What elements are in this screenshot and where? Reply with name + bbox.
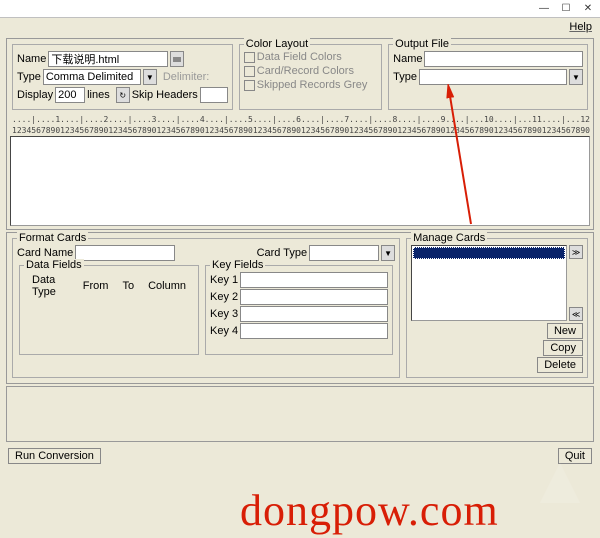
quit-button[interactable]: Quit (558, 448, 592, 464)
folder-icon (173, 55, 181, 63)
move-up-button[interactable]: ≫ (569, 245, 583, 259)
cards-panel: Format Cards Card Name Card Type ▼ Data … (6, 232, 594, 384)
key3-label: Key 3 (210, 308, 238, 320)
ruler-scale: ....|....1....|....2....|....3....|....4… (10, 114, 590, 125)
card-type-label: Card Type (257, 247, 308, 259)
close-button[interactable]: ✕ (578, 2, 598, 16)
data-fields-title: Data Fields (24, 259, 84, 271)
top-panel: Name Type ▼ Delimiter: Display lines (6, 38, 594, 230)
skipped-grey-checkbox[interactable] (244, 80, 255, 91)
delimiter-label: Delimiter: (163, 71, 209, 83)
data-fields-table: Data Type From To Column (24, 272, 194, 300)
data-preview-area[interactable] (10, 136, 590, 226)
double-chevron-up-icon: ≫ (572, 248, 580, 257)
key4-label: Key 4 (210, 325, 238, 337)
data-field-colors-checkbox[interactable] (244, 52, 255, 63)
new-card-button[interactable]: New (547, 323, 583, 339)
card-record-colors-label: Card/Record Colors (257, 65, 354, 77)
output-name-field[interactable] (424, 51, 583, 67)
ruler-columns: 1234567890123456789012345678901234567890… (10, 125, 590, 136)
cards-listbox[interactable] (411, 245, 567, 321)
refresh-button[interactable]: ↻ (116, 87, 130, 103)
output-type-dropdown[interactable]: ▼ (569, 69, 583, 85)
card-record-colors-checkbox[interactable] (244, 66, 255, 77)
card-name-label: Card Name (17, 247, 73, 259)
input-type-field[interactable] (43, 69, 141, 85)
refresh-icon: ↻ (119, 91, 126, 100)
move-down-button[interactable]: ≪ (569, 307, 583, 321)
manage-cards-title: Manage Cards (411, 232, 487, 244)
col-to: To (116, 274, 140, 298)
input-file-group: Name Type ▼ Delimiter: Display lines (12, 44, 233, 110)
skipped-grey-label: Skipped Records Grey (257, 79, 368, 91)
key1-label: Key 1 (210, 274, 238, 286)
key2-field[interactable] (240, 289, 388, 305)
data-fields-group: Data Fields Data Type From To Column (19, 265, 199, 355)
double-chevron-down-icon: ≪ (572, 310, 580, 319)
name-label: Name (17, 53, 46, 65)
footer-bar: Run Conversion Quit (0, 444, 600, 468)
key4-field[interactable] (240, 323, 388, 339)
delete-card-button[interactable]: Delete (537, 357, 583, 373)
input-name-field[interactable] (48, 51, 168, 67)
run-conversion-button[interactable]: Run Conversion (8, 448, 101, 464)
output-name-label: Name (393, 53, 422, 65)
output-file-group: Output File Name Type ▼ (388, 44, 588, 110)
skip-headers-field[interactable] (200, 87, 228, 103)
manage-cards-group: Manage Cards ≫ ≪ New Copy Delete (406, 238, 588, 378)
card-type-field[interactable] (309, 245, 379, 261)
output-file-title: Output File (393, 38, 451, 50)
format-cards-group: Format Cards Card Name Card Type ▼ Data … (12, 238, 400, 378)
format-cards-title: Format Cards (17, 232, 88, 244)
chevron-down-icon: ▼ (384, 249, 392, 258)
chevron-down-icon: ▼ (146, 73, 154, 82)
copy-card-button[interactable]: Copy (543, 340, 583, 356)
data-field-colors-label: Data Field Colors (257, 51, 342, 63)
card-name-field[interactable] (75, 245, 175, 261)
col-from: From (77, 274, 115, 298)
key-fields-title: Key Fields (210, 259, 265, 271)
selected-card-row[interactable] (413, 247, 565, 259)
key3-field[interactable] (240, 306, 388, 322)
display-label: Display (17, 89, 53, 101)
watermark-text: dongpow.com (240, 485, 499, 536)
minimize-button[interactable]: — (534, 2, 554, 16)
key2-label: Key 2 (210, 291, 238, 303)
chevron-down-icon: ▼ (572, 73, 580, 82)
display-suffix: lines (87, 89, 110, 101)
output-type-field[interactable] (419, 69, 567, 85)
menubar: Help (0, 18, 600, 36)
type-label: Type (17, 71, 41, 83)
col-data-type: Data Type (26, 274, 75, 298)
output-type-label: Type (393, 71, 417, 83)
skip-headers-label: Skip Headers (132, 89, 198, 101)
key-fields-group: Key Fields Key 1 Key 2 Key 3 Key 4 (205, 265, 393, 355)
color-layout-title: Color Layout (244, 38, 310, 50)
menu-help[interactable]: Help (569, 21, 592, 33)
window-titlebar: — ☐ ✕ (0, 0, 600, 18)
input-type-dropdown[interactable]: ▼ (143, 69, 157, 85)
display-lines-field[interactable] (55, 87, 85, 103)
maximize-button[interactable]: ☐ (556, 2, 576, 16)
key1-field[interactable] (240, 272, 388, 288)
col-column: Column (142, 274, 192, 298)
log-panel (6, 386, 594, 442)
color-layout-group: Color Layout Data Field Colors Card/Reco… (239, 44, 382, 110)
input-name-browse[interactable] (170, 51, 184, 67)
card-type-dropdown[interactable]: ▼ (381, 245, 395, 261)
